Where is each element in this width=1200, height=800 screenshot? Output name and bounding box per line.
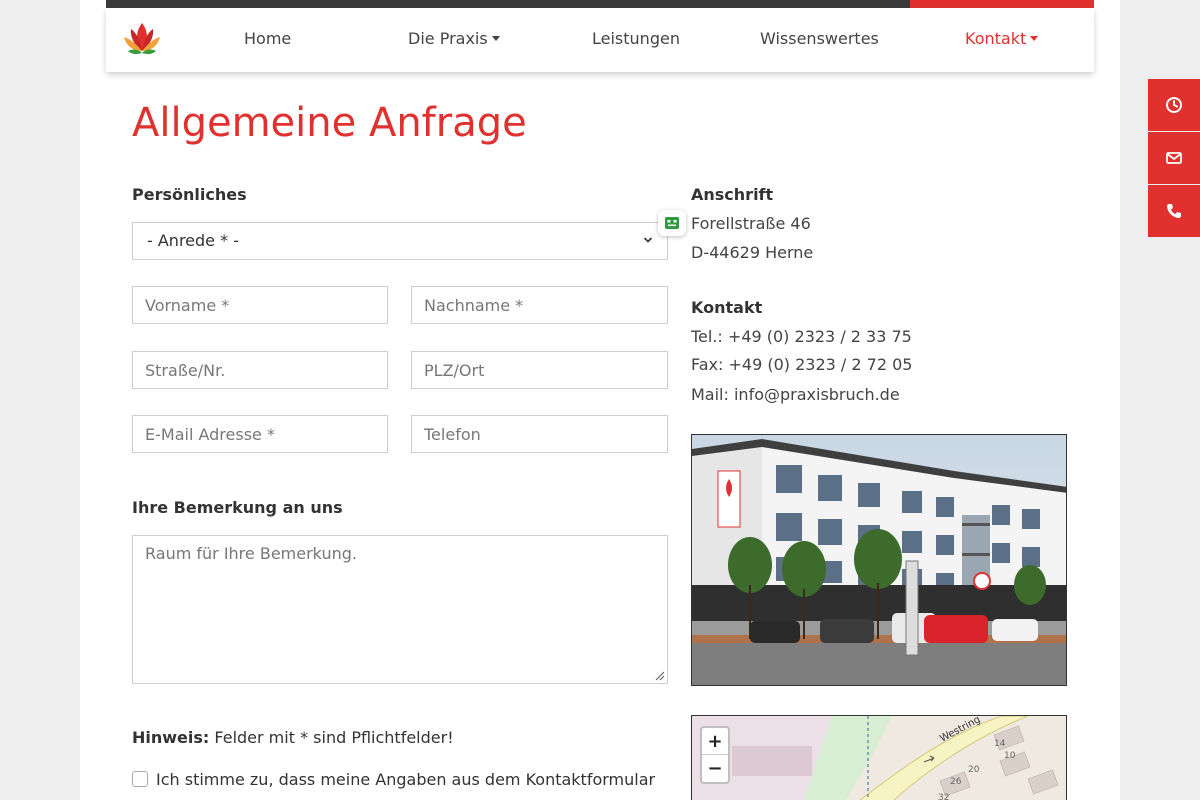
chevron-down-icon — [643, 237, 653, 243]
street-input[interactable] — [132, 351, 388, 389]
map-house-number: 32 — [938, 793, 949, 800]
hint-bold: Hinweis: — [132, 728, 210, 747]
top-accent-bar — [106, 0, 1094, 8]
phone-icon — [1167, 204, 1181, 218]
last-name-input[interactable] — [411, 286, 668, 324]
form-assistant-badge[interactable] — [658, 210, 686, 236]
map-house-number: 20 — [968, 765, 980, 775]
top-accent-bar-red — [910, 0, 1094, 8]
location-map[interactable]: Westring 14 10 26 20 32 + − — [691, 715, 1067, 800]
required-hint: Hinweis: Felder mit * sind Pflichtfelder… — [132, 728, 454, 747]
logo-icon[interactable] — [122, 21, 162, 57]
remark-textarea[interactable] — [132, 535, 668, 684]
contact-heading: Kontakt — [691, 298, 763, 317]
contact-tel[interactable]: Tel.: +49 (0) 2323 / 2 33 75 — [691, 327, 912, 346]
map-tiles: Westring 14 10 26 20 32 — [692, 716, 1066, 800]
building-photo — [691, 434, 1067, 686]
email-input[interactable] — [132, 415, 388, 453]
nav-leistungen-label: Leistungen — [592, 29, 680, 48]
caret-down-icon — [491, 36, 500, 41]
main-navbar: Home Die Praxis Leistungen Wissenswertes… — [106, 8, 1094, 72]
consent-text: Ich stimme zu, dass meine Angaben aus de… — [156, 770, 656, 789]
nav-kontakt-label: Kontakt — [965, 29, 1027, 48]
map-zoom-out-button[interactable]: − — [702, 755, 728, 782]
map-house-number: 10 — [1004, 751, 1016, 761]
nav-wissenswertes-label: Wissenswertes — [760, 29, 879, 48]
nav-die-praxis-label: Die Praxis — [408, 29, 488, 48]
opening-hours-tab[interactable] — [1148, 79, 1200, 131]
section-personal-label: Persönliches — [132, 185, 247, 204]
caret-down-icon — [1030, 36, 1039, 41]
map-house-number: 14 — [994, 739, 1006, 749]
map-zoom-in-button[interactable]: + — [702, 728, 728, 755]
nav-home[interactable]: Home — [244, 29, 291, 48]
page-title: Allgemeine Anfrage — [132, 100, 527, 146]
phone-input[interactable] — [411, 415, 668, 453]
map-zoom-control: + − — [700, 726, 730, 784]
hint-text: Felder mit * sind Pflichtfelder! — [209, 728, 454, 747]
map-house-number: 26 — [950, 777, 962, 787]
robot-icon — [665, 217, 679, 229]
nav-wissenswertes[interactable]: Wissenswertes — [760, 29, 879, 48]
address-city: D-44629 Herne — [691, 243, 814, 262]
section-remark-label: Ihre Bemerkung an uns — [132, 498, 343, 517]
clock-icon — [1166, 97, 1182, 113]
nav-home-label: Home — [244, 29, 292, 48]
resize-grip-icon[interactable] — [653, 669, 665, 681]
building-illustration — [692, 435, 1066, 685]
nav-leistungen[interactable]: Leistungen — [592, 29, 680, 48]
consent-checkbox[interactable] — [132, 771, 148, 787]
salutation-selected-value: - Anrede * - — [147, 231, 239, 250]
contact-fax: Fax: +49 (0) 2323 / 2 72 05 — [691, 355, 913, 374]
consent-row: Ich stimme zu, dass meine Angaben aus de… — [132, 770, 655, 789]
first-name-input[interactable] — [132, 286, 388, 324]
zip-city-input[interactable] — [411, 351, 668, 389]
address-street: Forellstraße 46 — [691, 214, 811, 233]
phone-tab[interactable] — [1148, 185, 1200, 237]
nav-die-praxis[interactable]: Die Praxis — [408, 29, 500, 48]
contact-mail[interactable]: Mail: info@praxisbruch.de — [691, 385, 900, 404]
nav-kontakt[interactable]: Kontakt — [965, 29, 1039, 48]
side-quick-tabs — [1148, 79, 1200, 238]
address-heading: Anschrift — [691, 185, 774, 204]
mail-icon — [1166, 152, 1182, 164]
email-tab[interactable] — [1148, 132, 1200, 184]
salutation-select[interactable]: - Anrede * - — [132, 222, 668, 260]
